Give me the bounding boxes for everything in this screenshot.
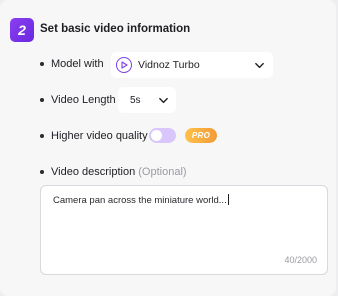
description-text: Camera pan across the miniature world...	[53, 195, 227, 206]
bullet-dot	[40, 62, 44, 66]
chevron-down-icon	[255, 62, 264, 69]
description-row: Video description (Optional)	[40, 166, 187, 178]
bullet-dot	[40, 98, 44, 102]
chevron-down-icon	[159, 97, 168, 104]
step-number-badge: 2	[10, 18, 34, 42]
play-circle-icon	[116, 57, 132, 73]
bullet-dot	[40, 170, 44, 174]
video-length-label: Video Length	[51, 94, 116, 106]
video-length-value: 5s	[130, 94, 141, 106]
character-counter: 40/2000	[284, 255, 317, 265]
bullet-dot	[40, 134, 44, 138]
toggle-knob	[151, 130, 162, 141]
pro-badge: PRO	[185, 128, 217, 143]
description-text-wrap: Camera pan across the miniature world...	[53, 194, 229, 206]
quality-toggle[interactable]	[149, 128, 176, 143]
quality-label: Higher video quality	[51, 130, 148, 142]
model-select[interactable]: Vidnoz Turbo	[111, 52, 273, 78]
video-length-select[interactable]: 5s	[118, 87, 176, 113]
quality-row: Higher video quality	[40, 130, 148, 142]
model-selected-value: Vidnoz Turbo	[138, 59, 200, 71]
description-label-wrap: Video description (Optional)	[51, 166, 187, 178]
optional-label: (Optional)	[138, 166, 187, 178]
video-length-row: Video Length	[40, 94, 116, 106]
video-info-panel: 2 Set basic video information Model with…	[0, 0, 336, 296]
text-caret	[227, 194, 229, 205]
section-title: Set basic video information	[40, 23, 191, 35]
model-row: Model with	[40, 58, 104, 70]
model-label: Model with	[51, 58, 104, 70]
description-textarea[interactable]: Camera pan across the miniature world...…	[40, 185, 328, 275]
description-label: Video description	[51, 166, 136, 178]
